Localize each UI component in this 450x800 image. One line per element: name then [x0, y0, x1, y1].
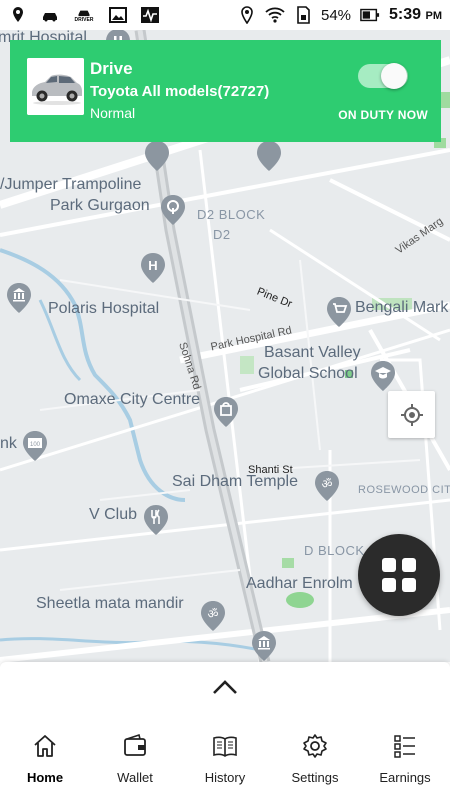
pin-icon-small-2[interactable]: [256, 140, 282, 172]
wallet-icon: [121, 732, 149, 760]
nav-label-earnings: Earnings: [379, 770, 431, 785]
home-icon: [31, 732, 59, 760]
place-label-sheetla-mata-mandir[interactable]: Sheetla mata mandir: [36, 595, 184, 613]
shopping-pin-icon[interactable]: [326, 296, 352, 328]
place-label-polaris-hospital[interactable]: Polaris Hospital: [48, 300, 159, 318]
list-icon: [391, 732, 419, 760]
nav-item-history[interactable]: History: [180, 732, 270, 790]
image-icon: [108, 6, 128, 24]
vehicle-model: Toyota All models(72727): [90, 83, 270, 100]
driver-app-icon: DRIVER: [72, 6, 96, 24]
mall-pin-icon[interactable]: [213, 396, 239, 428]
car-photo: [27, 58, 84, 115]
restaurant-pin-icon[interactable]: [143, 504, 169, 536]
svg-text:ॐ: ॐ: [208, 607, 219, 621]
driver-status-card: Drive Toyota All models(72727) Normal ON…: [10, 40, 441, 142]
area-label-rosewood-city: ROSEWOOD CITY: [358, 484, 450, 496]
area-label-d2: D2: [213, 227, 231, 242]
nav-item-home[interactable]: Home: [0, 732, 90, 790]
battery-icon: [359, 6, 381, 24]
menu-grid-button[interactable]: [358, 534, 440, 616]
nav-label-history: History: [204, 770, 246, 785]
nav-item-earnings[interactable]: Earnings: [360, 732, 450, 790]
gear-icon: [301, 732, 329, 760]
sim-icon: [293, 6, 313, 24]
clock: 5:39 PM: [389, 6, 442, 23]
status-bar: DRIVER 54% 5:39 PM: [0, 0, 450, 30]
atm-badge-text: 100: [30, 442, 41, 448]
place-label-trampoline-2[interactable]: Park Gurgaon: [50, 197, 150, 215]
place-label-v-club[interactable]: V Club: [89, 506, 137, 524]
hospital-h-pin-icon[interactable]: H: [140, 252, 166, 284]
school-pin-icon[interactable]: [370, 360, 396, 392]
place-label-sai-dham-temple[interactable]: Sai Dham Temple: [172, 473, 298, 491]
book-icon: [211, 732, 239, 760]
expand-panel-button[interactable]: [210, 677, 240, 697]
place-label-bengali-market[interactable]: Bengali Mark: [355, 299, 448, 317]
park-pin-icon[interactable]: [160, 194, 186, 226]
temple-pin-icon[interactable]: ॐ: [314, 470, 340, 502]
area-label-d-block: D BLOCK: [304, 543, 365, 558]
grid-icon: [382, 558, 416, 592]
my-location-button[interactable]: [388, 391, 435, 438]
duty-status-label: ON DUTY NOW: [338, 108, 428, 122]
bank-pin-icon[interactable]: [6, 282, 32, 314]
nav-item-settings[interactable]: Settings: [270, 732, 360, 790]
bottom-nav: Home Wallet History Settings Earnings: [0, 732, 450, 790]
place-label-trampoline-1[interactable]: /Jumper Trampoline: [0, 176, 141, 194]
wifi-icon: [265, 6, 285, 24]
place-label-basant-valley-2[interactable]: Global School: [258, 365, 358, 383]
nav-label-home: Home: [26, 770, 64, 785]
driver-card-title: Drive: [90, 59, 133, 78]
driver-app-badge: DRIVER: [74, 17, 94, 23]
chevron-up-icon: [213, 680, 237, 694]
place-label-bank[interactable]: nk: [0, 435, 17, 453]
place-label-aadhar-enrolment[interactable]: Aadhar Enrolm: [246, 575, 353, 593]
bottom-panel: Home Wallet History Settings Earnings: [0, 662, 450, 800]
pin-icon-small-1[interactable]: [144, 140, 170, 172]
nav-item-wallet[interactable]: Wallet: [90, 732, 180, 790]
place-label-basant-valley-1[interactable]: Basant Valley: [264, 344, 361, 362]
location-pin-icon: [8, 6, 28, 24]
battery-percent: 54%: [320, 6, 352, 24]
bank-pin-icon-2[interactable]: [251, 630, 277, 662]
temple-pin-icon-2[interactable]: ॐ: [200, 600, 226, 632]
duty-toggle[interactable]: [358, 63, 408, 89]
svg-text:ॐ: ॐ: [322, 477, 333, 491]
duty-toggle-knob[interactable]: [381, 63, 407, 89]
location-icon: [237, 6, 257, 24]
nav-label-settings: Settings: [291, 770, 339, 785]
place-label-omaxe-city-centre[interactable]: Omaxe City Centre: [64, 391, 200, 409]
atm-pin-icon[interactable]: 100: [22, 430, 48, 462]
svg-text:H: H: [148, 258, 157, 273]
nav-label-wallet: Wallet: [117, 770, 153, 785]
vehicle-type: Normal: [90, 105, 136, 121]
area-label-d2-block: D2 BLOCK: [197, 207, 266, 222]
pulse-icon: [140, 6, 160, 24]
crosshair-icon: [400, 403, 423, 426]
taxi-icon: [40, 6, 60, 24]
